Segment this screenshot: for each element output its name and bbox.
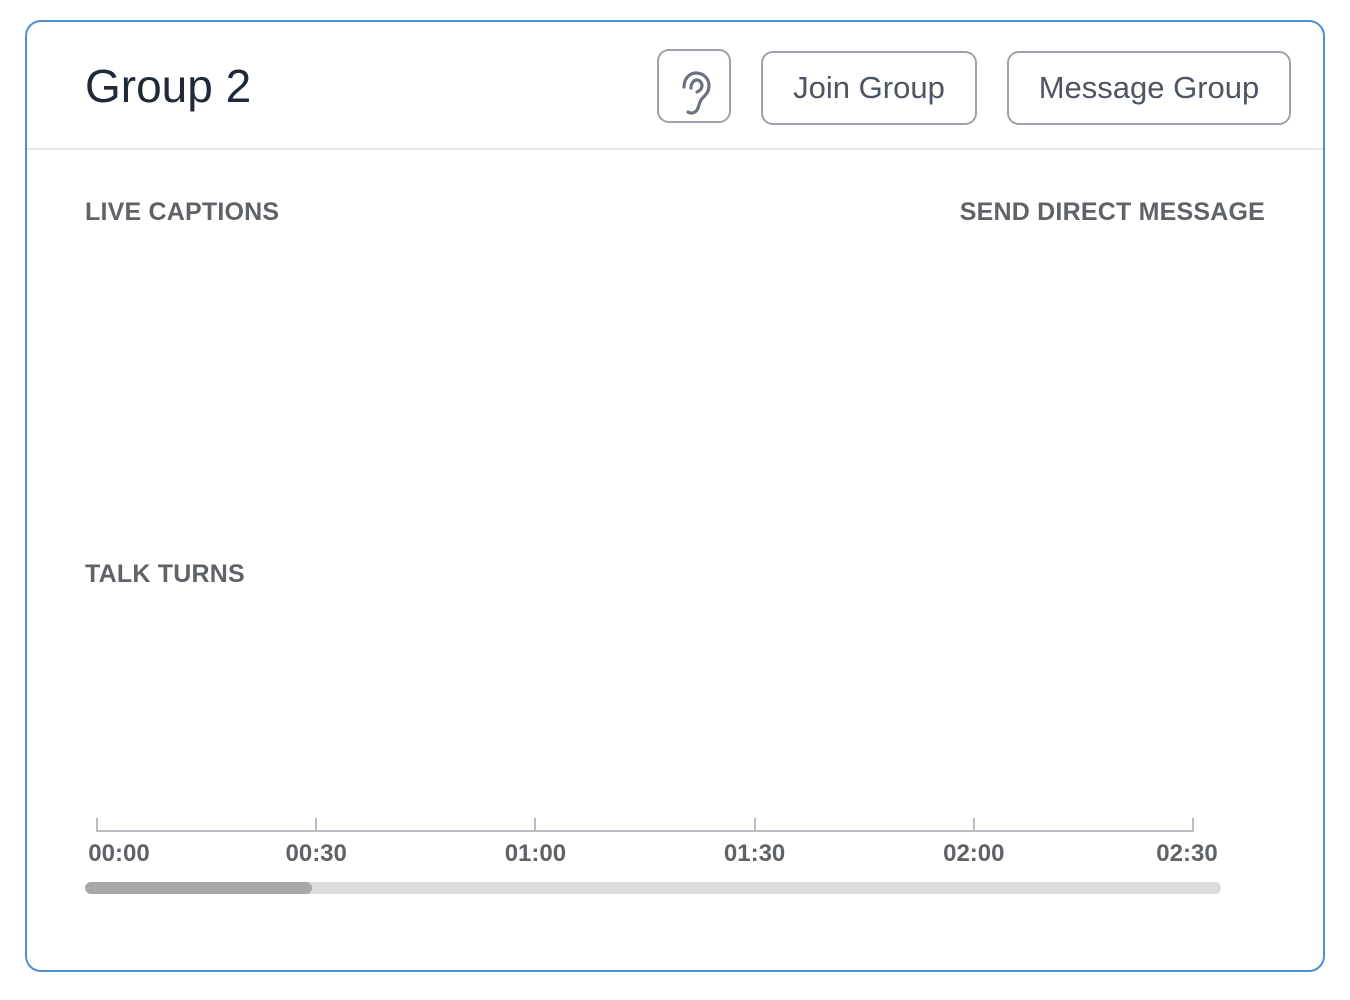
timeline-tick	[534, 818, 537, 832]
timeline-tick-label: 01:00	[504, 840, 567, 867]
ear-icon	[682, 70, 711, 115]
group-card: Group 2 Join Group Message Group LIVE CA…	[25, 20, 1325, 972]
timeline-tick-label: 00:30	[285, 840, 347, 867]
timeline-tick-label: 02:00	[943, 840, 1005, 867]
timeline-tick	[315, 818, 318, 832]
timeline-tick-label: 00:00	[88, 840, 150, 867]
group-title: Group 2	[85, 60, 252, 112]
timeline-scrollbar[interactable]	[85, 882, 1221, 894]
live-captions-heading: LIVE CAPTIONS	[85, 198, 280, 226]
timeline-tick-label: 02:30	[1156, 840, 1218, 867]
timeline-tick-label: 01:30	[723, 840, 786, 867]
listen-button[interactable]	[657, 49, 731, 123]
talk-turns-heading: TALK TURNS	[85, 560, 245, 588]
timeline-tick	[753, 818, 756, 832]
timeline-tick	[96, 818, 98, 832]
timeline-tick	[1192, 818, 1194, 832]
send-direct-message-link[interactable]: SEND DIRECT MESSAGE	[960, 198, 1265, 227]
join-group-button[interactable]: Join Group	[761, 51, 977, 125]
message-group-button[interactable]: Message Group	[1007, 51, 1291, 125]
card-header: Group 2 Join Group Message Group	[27, 22, 1323, 150]
timeline-scroll-thumb[interactable]	[85, 882, 313, 894]
timeline-axis-line	[97, 830, 1193, 832]
timeline-tick	[972, 818, 975, 832]
